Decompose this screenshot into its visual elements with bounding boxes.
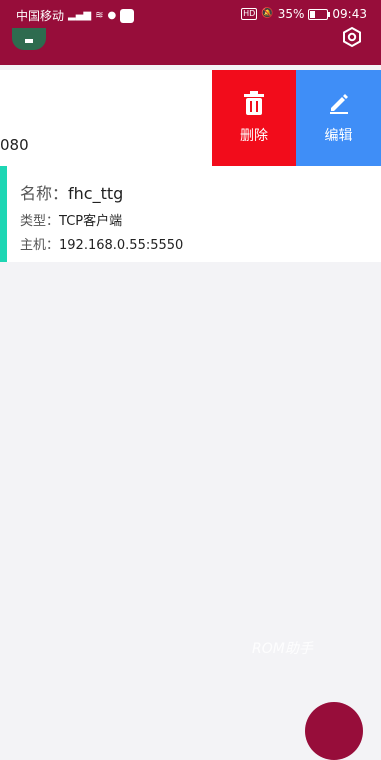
host-key: 主机： <box>20 238 60 253</box>
pencil-icon <box>329 94 348 114</box>
edit-button[interactable]: 编辑 <box>296 70 381 166</box>
connection-card[interactable]: 名称：fhc_ttg 类型：TCP客户端 主机：192.168.0.55:555… <box>0 166 381 262</box>
type-key: 类型： <box>20 214 60 229</box>
host-value: 192.168.0.55:5550 <box>59 238 184 253</box>
qq-icon <box>120 8 135 23</box>
edit-label: 编辑 <box>324 128 353 144</box>
connection-host-row: 主机：192.168.0.55:5550 <box>20 234 183 253</box>
watermark: ROM助手 <box>252 641 313 657</box>
connection-type-row: 类型：TCP客户端 <box>20 210 122 229</box>
name-value: fhc_ttg <box>68 184 124 203</box>
app-bar <box>0 26 381 65</box>
name-key: 名称： <box>20 184 69 203</box>
battery-percent: 35% <box>277 7 305 21</box>
delete-label: 删除 <box>240 128 268 144</box>
swiped-list-item[interactable]: 080 删除 编辑 <box>0 70 381 166</box>
delete-button[interactable]: 删除 <box>212 70 296 166</box>
type-value: TCP客户端 <box>59 214 123 229</box>
status-bar: 中国移动 ▂▄▆ ≋ ● HD 🔕 35% 09:43 <box>0 0 381 30</box>
wifi-icon: ≋ <box>95 9 104 21</box>
hd-badge: HD <box>241 8 258 20</box>
floating-action-button[interactable] <box>305 702 363 760</box>
wechat-icon: ● <box>107 9 117 21</box>
item-partial-text: 080 <box>0 136 29 154</box>
clock: 09:43 <box>332 7 367 21</box>
battery-icon <box>308 8 331 20</box>
connection-name-row: 名称：fhc_ttg <box>20 180 123 204</box>
card-accent-bar <box>0 166 7 262</box>
trash-icon <box>244 91 264 115</box>
signal-icon: ▂▄▆ <box>68 9 92 21</box>
mute-icon: 🔕 <box>261 8 274 19</box>
app-logo <box>12 28 46 50</box>
settings-icon[interactable] <box>341 26 363 48</box>
carrier-label: 中国移动 <box>16 9 65 23</box>
